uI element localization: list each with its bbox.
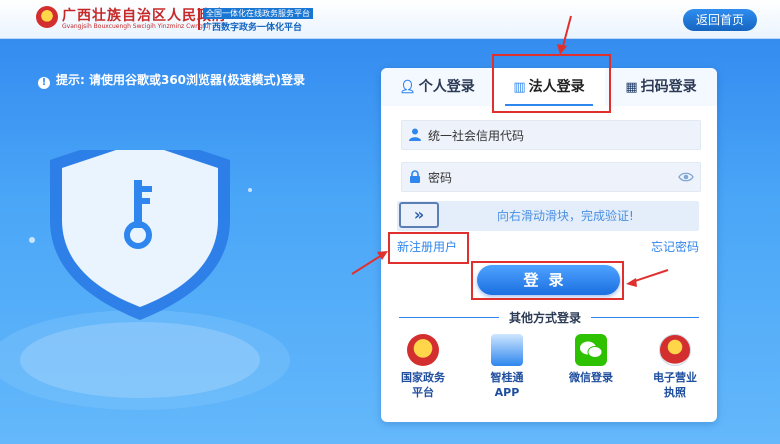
- gov-title-pinyin: Gvangjsih Bouxcuengh Swcigih Yinzminz Cw…: [62, 23, 211, 30]
- security-shield-illustration: [0, 150, 290, 410]
- platform-name: 广西数字政务一体化平台: [203, 23, 303, 33]
- slider-hint: 向右滑动滑块，完成验证!: [497, 209, 634, 223]
- tab-personal-login[interactable]: 👤︎ 个人登录: [381, 68, 493, 106]
- credit-code-input[interactable]: [426, 121, 680, 151]
- alt-login-label: 微信登录: [569, 371, 613, 384]
- info-icon: !: [38, 77, 50, 89]
- tab-label: 扫码登录: [640, 79, 697, 95]
- alt-login-label: 电子营业执照: [653, 371, 697, 399]
- zhiguitong-icon: [491, 334, 523, 366]
- login-button[interactable]: 登录: [477, 265, 620, 295]
- alt-login-zhiguitong[interactable]: 智桂通APP: [477, 334, 537, 400]
- eye-icon[interactable]: [678, 169, 694, 185]
- wechat-icon: [575, 334, 607, 366]
- business-license-icon: [659, 334, 691, 366]
- header-divider: [198, 8, 200, 30]
- password-field[interactable]: [401, 162, 701, 193]
- slider-handle[interactable]: »: [399, 202, 439, 228]
- top-header: 广西壮族自治区人民政府 Gvangjsih Bouxcuengh Swcigih…: [0, 0, 780, 39]
- back-home-button[interactable]: 返回首页: [683, 9, 757, 31]
- credit-code-field[interactable]: [401, 120, 701, 151]
- other-methods-title: 其他方式登录: [499, 309, 592, 326]
- password-input[interactable]: [426, 163, 680, 193]
- platform-badge: 全国一体化在线政务服务平台: [203, 8, 313, 19]
- user-icon: [409, 128, 421, 141]
- alt-login-business-license[interactable]: 电子营业执照: [645, 334, 705, 400]
- tab-label: 法人登录: [528, 79, 585, 95]
- slider-captcha: » 向右滑动滑块，完成验证!: [397, 201, 699, 231]
- tab-label: 个人登录: [418, 79, 475, 95]
- alt-login-label: 国家政务平台: [401, 371, 445, 399]
- national-emblem-icon: [36, 6, 58, 28]
- forgot-password-link[interactable]: 忘记密码: [651, 238, 699, 255]
- alt-login-wechat[interactable]: 微信登录: [561, 334, 621, 385]
- tab-legal-login[interactable]: ▥ 法人登录: [493, 68, 605, 106]
- person-icon: 👤︎: [399, 80, 416, 95]
- login-card: 👤︎个人登录 ▥法人登录 ▦扫码登录 » 向右滑动滑块，完成验证! 新注册用户 …: [381, 68, 717, 422]
- lock-icon: [410, 170, 420, 183]
- browser-tip-text: 提示: 请使用谷歌或360浏览器(极速模式)登录: [56, 73, 305, 87]
- qr-icon: ▦: [625, 80, 638, 95]
- alt-login-label: 智桂通APP: [490, 371, 524, 399]
- alt-login-national[interactable]: 国家政务平台: [393, 334, 453, 400]
- tab-qr-login[interactable]: ▦ 扫码登录: [605, 68, 717, 106]
- building-icon: ▥: [513, 80, 526, 95]
- browser-tip: ! 提示: 请使用谷歌或360浏览器(极速模式)登录: [38, 71, 305, 89]
- register-link[interactable]: 新注册用户: [397, 238, 457, 255]
- national-emblem-icon: [407, 334, 439, 366]
